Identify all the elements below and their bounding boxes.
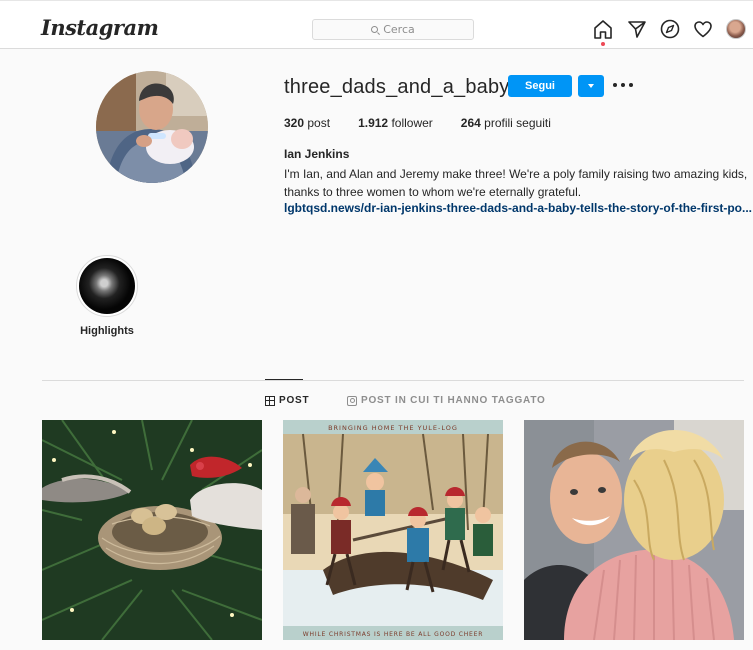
notification-dot — [601, 42, 605, 46]
profile-full-name: Ian Jenkins — [284, 147, 350, 161]
tab-posts-label: POST — [279, 395, 310, 406]
highlight-label: Highlights — [80, 325, 134, 337]
post-thumbnail[interactable] — [524, 420, 744, 640]
heart-icon[interactable] — [692, 18, 714, 40]
posts-stat: 320 post — [284, 116, 330, 130]
suggested-accounts-button[interactable] — [578, 75, 604, 97]
profile-username: three_dads_and_a_baby — [284, 76, 510, 98]
post-thumbnail[interactable] — [42, 420, 262, 640]
search-input[interactable]: Cerca — [312, 19, 474, 40]
tab-tagged[interactable]: POST IN CUI TI HANNO TAGGATO — [347, 395, 546, 406]
chevron-down-icon — [588, 84, 594, 88]
following-label: profili seguiti — [484, 116, 551, 130]
profile-avatar-icon[interactable] — [726, 19, 746, 39]
profile-link[interactable]: lgbtqsd.news/dr-ian-jenkins-three-dads-a… — [284, 201, 753, 215]
grid-icon — [265, 395, 275, 406]
dot-icon — [621, 83, 625, 87]
instagram-logo[interactable]: Instagram — [41, 15, 159, 40]
dot-icon — [613, 83, 617, 87]
followers-label: follower — [391, 116, 433, 130]
profile-stats: 320 post 1.912 follower 264 profili segu… — [284, 116, 579, 130]
follow-button[interactable]: Segui — [508, 75, 572, 97]
home-icon[interactable] — [592, 18, 614, 46]
highlight-circle[interactable] — [76, 255, 138, 317]
more-options-button[interactable] — [613, 78, 633, 92]
search-placeholder: Cerca — [383, 23, 415, 36]
following-count: 264 — [460, 116, 481, 130]
explore-icon[interactable] — [659, 18, 681, 40]
post-banner-bottom: WHILE CHRISTMAS IS HERE BE ALL GOOD CHEE… — [303, 631, 483, 638]
posts-count: 320 — [284, 116, 305, 130]
profile-avatar[interactable] — [96, 71, 208, 183]
top-navigation-bar: Instagram Cerca — [0, 0, 753, 49]
dot-icon — [629, 83, 633, 87]
nav-icons — [592, 18, 746, 46]
active-tab-indicator — [265, 379, 303, 380]
tabs-divider — [42, 380, 744, 381]
profile-bio: I'm Ian, and Alan and Jeremy make three!… — [284, 167, 748, 199]
followers-count: 1.912 — [358, 116, 389, 130]
tab-posts[interactable]: POST — [265, 395, 309, 406]
post-banner-top: BRINGING HOME THE YULE-LOG — [328, 424, 458, 432]
posts-label: post — [307, 116, 331, 130]
direct-icon[interactable] — [626, 18, 648, 40]
tagged-icon — [347, 395, 357, 406]
following-stat[interactable]: 264 profili seguiti — [461, 116, 551, 130]
followers-stat[interactable]: 1.912 follower — [358, 116, 433, 130]
highlight-thumbnail — [79, 258, 135, 314]
post-thumbnail[interactable]: BRINGING HOME THE YULE-LOG WHILE CHRISTM… — [283, 420, 503, 640]
tab-tagged-label: POST IN CUI TI HANNO TAGGATO — [361, 395, 546, 406]
search-icon — [371, 26, 379, 33]
